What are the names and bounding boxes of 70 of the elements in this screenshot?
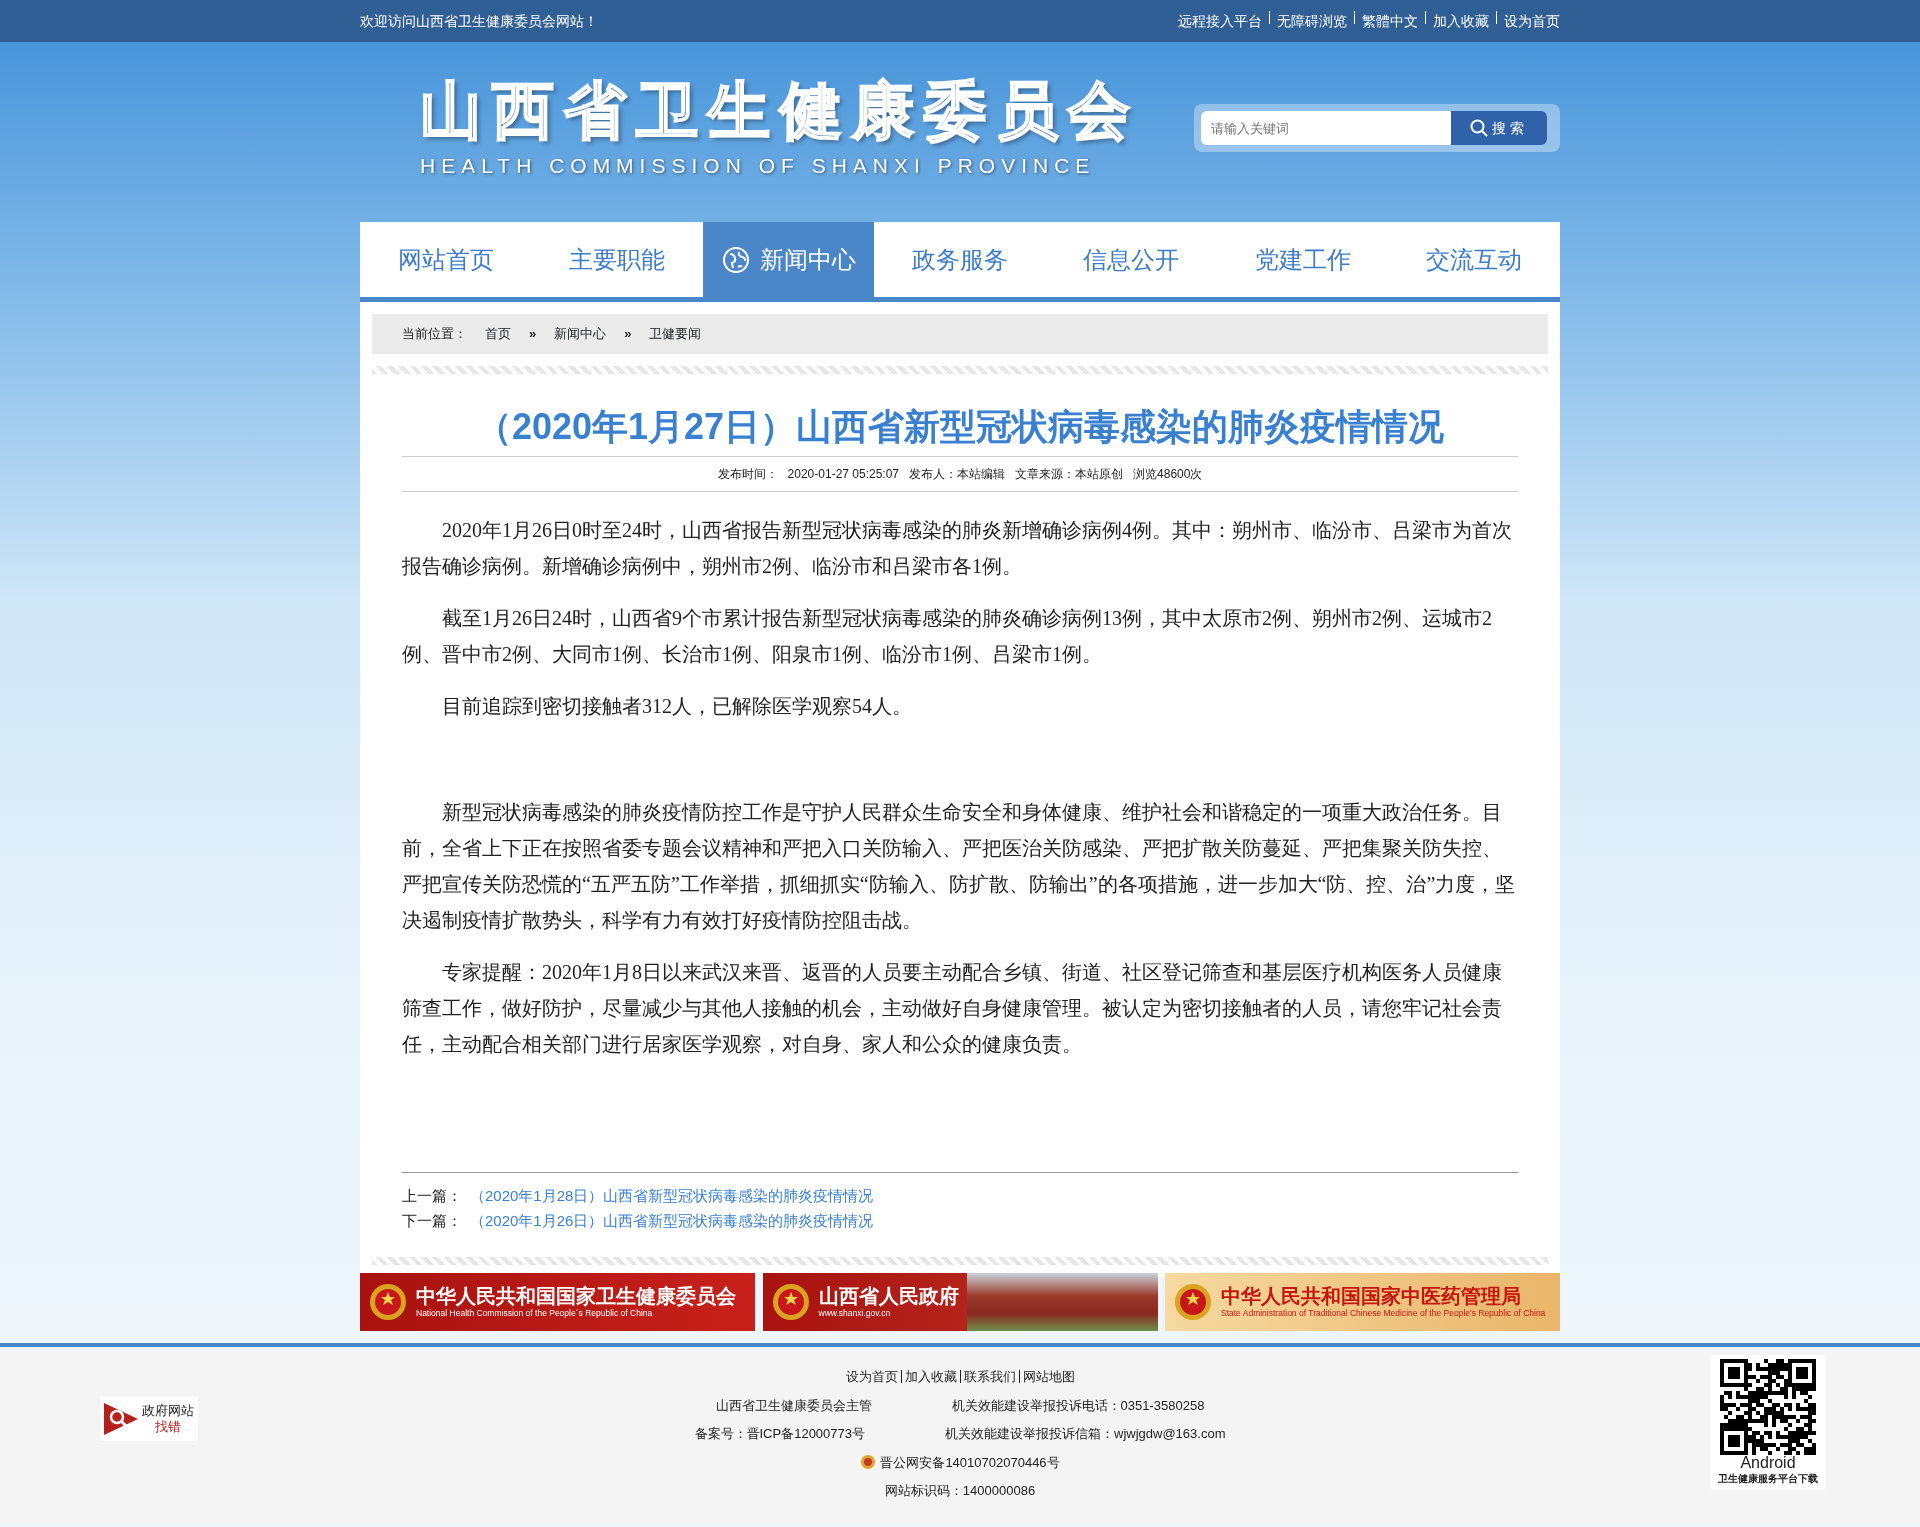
emblem-icon [368, 1282, 408, 1322]
globe-icon [721, 245, 750, 274]
footer-link[interactable]: 设为首页 [845, 1367, 898, 1387]
meta-text: 浏览48600次 [1133, 466, 1203, 483]
nav-tab[interactable]: 交流互动 [1388, 222, 1560, 297]
footer-text: 机关效能建设举报投诉电话：0351-3580258 [951, 1396, 1205, 1415]
banner-subtitle: www.shanxi.gov.cn [818, 1307, 892, 1320]
footer-text: 备案号：晋ICP备12000773号 [694, 1425, 865, 1443]
site-subtitle: HEALTH COMMISSION OF SHANXI PROVINCE [420, 153, 1097, 179]
meta-text: 2020-01-27 05:25:07 [787, 466, 900, 483]
footer-text: 山西省卫生健康委员会主管 [715, 1396, 872, 1415]
emblem-icon [1173, 1282, 1213, 1322]
top-link[interactable]: 加入收藏 [1433, 10, 1489, 32]
article-paragraph: 截至1月26日24时，山西省9个市累计报告新型冠状病毒感染的肺炎确诊病例13例，其中太原市2例、朔州市2例、运城市2例、晋中市2例、大同市1例、长治市1例、阳泉市1例、临汾市1例、吕梁市1例。 [402, 606, 1493, 667]
footer-link[interactable]: 联系我们 [963, 1367, 1016, 1387]
footer-link[interactable]: 网站地图 [1022, 1367, 1075, 1387]
badge-text: 政府网站 [142, 1402, 194, 1419]
article-paragraph: 目前追踪到密切接触者312人，已解除医学观察54人。 [441, 694, 913, 719]
meta-text: 文章来源：本站原创 [1015, 466, 1124, 483]
qr-code-icon [1720, 1359, 1816, 1455]
footer-text: 网站标识码：1400000086 [884, 1482, 1036, 1500]
adjacent-label: 上一篇： [402, 1186, 462, 1206]
article-paragraph: 新型冠状病毒感染的肺炎疫情防控工作是守护人民群众生命安全和身体健康、维护社会和谐稳定的一项重大政治任务。目前，全省上下正在按照省委专题会议精神和严把入口关防输入、严把医治关防感染、严把扩散关防蔓延、严把集聚关防失控、严把宣传关防恐慌的“五严五防”工作举措，抓细抓实“防输入、防扩散、防输出”的各项措施，进一步加大“防、控、治”力度，坚决遏制疫情扩散势头，科学有力有效打好疫情防控阻击战。 [402, 800, 1517, 933]
banner-link[interactable]: 中华人民共和国国家卫生健康委员会 National Health Commission of the People´s Republic of China [360, 1273, 755, 1331]
platform-text: Android [1739, 1455, 1797, 1471]
nav-tab[interactable]: 信息公开 [1045, 222, 1218, 297]
nav-tab[interactable]: 政务服务 [874, 222, 1046, 297]
banner-link[interactable]: 中华人民共和国国家中医药管理局 State Administration of Traditional Chinese Medicine of the People's Republic of China [1165, 1273, 1560, 1331]
site-title: 山西省卫生健康委员会 [420, 80, 1140, 142]
article-paragraph: 专家提醒：2020年1月8日以来武汉来晋、返晋的人员要主动配合乡镇、街道、社区登记筛查和基层医疗机构医务人员健康筛查工作，做好防护，尽量减少与其他人接触的机会，主动做好自身健康管理。被认定为密切接触者的人员，请您牢记社会责任，主动配合相关部门进行居家医学观察，对自身、家人和公众的健康负责。 [402, 960, 1503, 1057]
breadcrumb-link[interactable]: 首页 [485, 324, 511, 344]
article-title: （2020年1月27日）山西省新型冠状病毒感染的肺炎疫情情况 [402, 386, 1518, 457]
article-link[interactable]: （2020年1月28日）山西省新型冠状病毒感染的肺炎疫情情况 [470, 1183, 874, 1208]
adjacent-label: 下一篇： [402, 1211, 462, 1231]
footer-link[interactable]: 加入收藏 [904, 1367, 957, 1387]
top-link[interactable]: 无障碍浏览 [1277, 10, 1347, 32]
welcome-text: 欢迎访问山西省卫生健康委员会网站！ [360, 11, 598, 31]
breadcrumb-link[interactable]: 卫健要闻 [649, 324, 702, 344]
breadcrumb-label: 当前位置： [402, 325, 467, 344]
police-badge-icon [860, 1454, 877, 1471]
top-link[interactable]: 繁體中文 [1362, 10, 1418, 32]
footer-text: 机关效能建设举报投诉信箱：wjwjgdw@163.com [945, 1425, 1226, 1443]
meta-text: 发布时间： [717, 466, 778, 483]
nav-tab[interactable]: 网站首页 [360, 222, 532, 297]
search-field[interactable]: 请输入关键词 [1201, 111, 1451, 145]
article-link[interactable]: （2020年1月26日）山西省新型冠状病毒感染的肺炎疫情情况 [470, 1208, 874, 1233]
breadcrumb-link[interactable]: 新闻中心 [554, 324, 607, 344]
search-button[interactable]: 搜索 [1451, 111, 1547, 145]
banner-title: 中华人民共和国国家中医药管理局 [1221, 1284, 1522, 1307]
banner-subtitle: National Health Commission of the People´s Republic of China [416, 1307, 654, 1320]
footer-text: 晋公网安备14010702070446号 [880, 1453, 1060, 1472]
top-link[interactable]: 设为首页 [1504, 10, 1560, 32]
qr-caption: 卫生健康服务平台下载 [1717, 1472, 1819, 1486]
nav-tab[interactable]: 新闻中心 [702, 222, 875, 297]
banner-title: 山西省人民政府 [818, 1284, 959, 1307]
article-paragraph: 2020年1月26日0时至24时，山西省报告新型冠状病毒感染的肺炎新增确诊病例4例。其中：朔州市、临汾市、吕梁市为首次报告确诊病例。新增确诊病例中，朔州市2例、临汾市和吕梁市各1例。 [402, 518, 1513, 579]
top-link[interactable]: 远程接入平台 [1178, 10, 1262, 32]
gov-error-badge[interactable]: 政府网站 找错 [100, 1397, 198, 1441]
search-icon [1470, 119, 1488, 137]
banner-link[interactable]: 山西省人民政府 www.shanxi.gov.cn [762, 1273, 1158, 1331]
nav-tab[interactable]: 主要职能 [531, 222, 703, 297]
banner-title: 中华人民共和国国家卫生健康委员会 [416, 1284, 736, 1307]
badge-text: 找错 [154, 1419, 182, 1436]
emblem-icon [770, 1282, 811, 1322]
breadcrumb-separator: » [529, 325, 537, 344]
banner-subtitle: State Administration of Traditional Chinese Medicine of the People's Republic of China [1221, 1307, 1546, 1320]
breadcrumb-separator: » [624, 325, 632, 344]
magnifier-flag-icon [104, 1401, 138, 1437]
nav-tab[interactable]: 党建工作 [1217, 222, 1389, 297]
meta-text: 发布人：本站编辑 [909, 466, 1006, 483]
